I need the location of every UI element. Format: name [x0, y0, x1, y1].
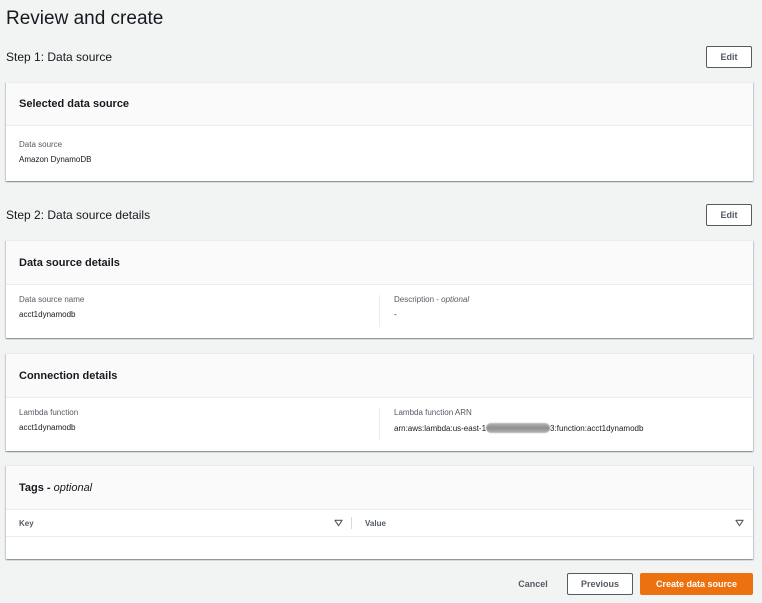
lambda-function-arn-value: arn:aws:lambda:us-east-1 3:function:acct1…	[394, 423, 644, 433]
selected-data-source-card: Selected data source Data source Amazon …	[6, 82, 753, 181]
data-source-name-label: Data source name	[19, 295, 85, 304]
tags-table-header: Key Value	[6, 510, 753, 537]
redacted-account-id	[486, 423, 551, 433]
column-divider	[379, 408, 380, 440]
column-header-key[interactable]: Key	[19, 510, 34, 536]
sort-caret-down-icon[interactable]	[334, 519, 343, 527]
sort-caret-down-icon[interactable]	[735, 519, 744, 527]
lambda-function-label: Lambda function	[19, 408, 79, 417]
step-1-edit-button[interactable]: Edit	[706, 46, 752, 68]
data-source-details-card: Data source details Data source name acc…	[6, 240, 753, 338]
description-label: Description - optional	[394, 295, 470, 304]
page-title: Review and create	[6, 8, 164, 29]
data-source-name-value: acct1dynamodb	[19, 310, 76, 319]
lambda-function-value: acct1dynamodb	[19, 423, 76, 432]
step-2-title: Step 2: Data source details	[6, 208, 151, 222]
tags-header: Tags - optional	[6, 466, 753, 510]
step-2-edit-button[interactable]: Edit	[706, 204, 752, 226]
create-data-source-button[interactable]: Create data source	[640, 573, 753, 595]
column-divider	[351, 517, 352, 529]
column-divider	[379, 295, 380, 327]
description-value: -	[394, 310, 397, 319]
card-header: Connection details	[6, 354, 753, 398]
data-source-label: Data source	[19, 140, 63, 149]
lambda-function-arn-label: Lambda function ARN	[394, 408, 472, 417]
card-header: Selected data source	[6, 83, 753, 126]
cancel-button[interactable]: Cancel	[510, 578, 556, 590]
previous-button[interactable]: Previous	[567, 573, 633, 595]
tags-card: Tags - optional Key Value	[6, 465, 753, 559]
connection-details-card: Connection details Lambda function acct1…	[6, 353, 753, 451]
step-1-title: Step 1: Data source	[6, 50, 113, 64]
column-header-value[interactable]: Value	[365, 510, 386, 536]
data-source-value: Amazon DynamoDB	[19, 155, 92, 164]
card-header: Data source details	[6, 241, 753, 285]
